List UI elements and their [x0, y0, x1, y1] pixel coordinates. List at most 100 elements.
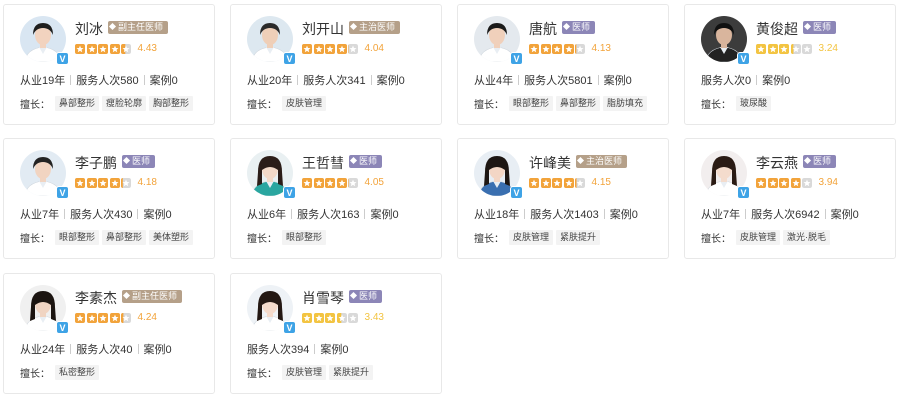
doctor-avatar[interactable]: V	[701, 150, 750, 199]
rating: 3.94	[756, 177, 838, 188]
skill-tag[interactable]: 胸部整形	[149, 96, 194, 111]
doctor-avatar[interactable]: V	[247, 285, 296, 334]
doctor-card[interactable]: V 刘开山 主治医师 4.04 从业20年 服务人次341 案例0 擅长： 皮肤管理	[230, 4, 442, 125]
doctor-skills: 擅长： 皮肤管理 激光·脱毛	[701, 230, 831, 245]
doctor-card[interactable]: V 李云燕 医师 3.94 从业7年 服务人次6942 案例0 擅长： 皮肤管理 激光·…	[684, 138, 896, 259]
rating: 4.05	[302, 177, 384, 188]
rating-score: 4.43	[137, 43, 157, 54]
stat-item: 从业24年	[20, 344, 66, 356]
doctor-skills: 擅长： 眼部整形 鼻部整形 脂肪填充	[474, 96, 648, 111]
rating-star-icon	[802, 43, 812, 54]
doctor-title-badge: 主治医师	[576, 155, 628, 168]
stat-item: 从业19年	[20, 75, 66, 87]
doctor-avatar[interactable]: V	[474, 150, 523, 199]
doctor-stats: 服务人次394 案例0	[247, 341, 348, 357]
skills-label: 擅长：	[247, 234, 277, 245]
rating-star-icon	[563, 43, 574, 54]
verified-icon: V	[283, 186, 296, 199]
rating-star-icon	[575, 177, 585, 188]
doctor-name[interactable]: 刘开山	[302, 19, 344, 39]
rating-star-icon	[767, 43, 778, 54]
rating-score: 3.94	[818, 177, 838, 188]
skill-tag[interactable]: 玻尿酸	[736, 96, 772, 111]
rating-star-icon	[552, 43, 562, 54]
skill-tag[interactable]: 皮肤管理	[282, 365, 327, 380]
stat-item: 案例0	[609, 209, 638, 221]
doctor-avatar[interactable]: V	[247, 150, 296, 199]
skills-label: 擅长：	[20, 100, 50, 111]
stat-divider	[70, 75, 72, 85]
doctor-card[interactable]: V 黄俊超 医师 3.24 服务人次0 案例0 擅长： 玻尿酸	[684, 4, 896, 125]
doctor-name[interactable]: 黄俊超	[756, 19, 798, 39]
stat-item: 服务人次580	[76, 75, 139, 87]
rating: 3.43	[302, 312, 384, 323]
rating-star-icon	[756, 43, 766, 54]
skill-tag[interactable]: 皮肤管理	[736, 230, 781, 245]
stat-item: 服务人次40	[76, 344, 133, 356]
doctor-card[interactable]: V 肖雪琴 医师 3.43 服务人次394 案例0 擅长： 皮肤管理 紧肤提升	[230, 273, 442, 394]
doctor-card[interactable]: V 王哲彗 医师 4.05 从业6年 服务人次163 案例0 擅长： 眼部整形	[230, 138, 442, 259]
verified-icon: V	[56, 321, 69, 334]
stat-divider	[824, 209, 826, 219]
skill-tag[interactable]: 紧肤提升	[329, 365, 374, 380]
skill-tag[interactable]: 鼻部整形	[556, 96, 601, 111]
doctor-avatar[interactable]: V	[20, 285, 69, 334]
doctor-card[interactable]: V 唐航 医师 4.13 从业4年 服务人次5801 案例0 擅长： 眼部整形 鼻部整形…	[457, 4, 669, 125]
skill-tag[interactable]: 皮肤管理	[282, 96, 327, 111]
skill-tag[interactable]: 美体塑形	[149, 230, 194, 245]
doctor-name[interactable]: 唐航	[529, 19, 557, 39]
doctor-name[interactable]: 肖雪琴	[302, 288, 344, 308]
doctor-stats: 从业7年 服务人次430 案例0	[20, 206, 172, 222]
skill-tag[interactable]: 鼻部整形	[55, 96, 100, 111]
doctor-avatar[interactable]: V	[474, 16, 523, 65]
doctor-avatar[interactable]: V	[20, 150, 69, 199]
skill-tag[interactable]: 眼部整形	[509, 96, 554, 111]
skill-tag[interactable]: 眼部整形	[282, 230, 327, 245]
doctor-name[interactable]: 李云燕	[756, 153, 798, 173]
rating-star-icon	[302, 177, 312, 188]
skill-tag[interactable]: 瘦脸轮廓	[102, 96, 147, 111]
doctor-stats: 从业24年 服务人次40 案例0	[20, 341, 172, 357]
stat-item: 案例0	[762, 75, 791, 87]
skill-tag[interactable]: 鼻部整形	[102, 230, 147, 245]
stat-item: 服务人次394	[247, 344, 310, 356]
doctor-name[interactable]: 李子鹏	[75, 153, 117, 173]
doctor-avatar[interactable]: V	[247, 16, 296, 65]
skill-tag[interactable]: 眼部整形	[55, 230, 100, 245]
doctor-name[interactable]: 许峰美	[529, 153, 571, 173]
rating-star-icon	[313, 312, 324, 323]
stat-divider	[370, 75, 372, 85]
skill-tag[interactable]: 私密整形	[55, 365, 100, 380]
stat-divider	[291, 209, 293, 219]
doctor-name[interactable]: 李素杰	[75, 288, 117, 308]
doctor-card[interactable]: V 刘冰 副主任医师 4.43 从业19年 服务人次580 案例0 擅长： 鼻部整形瘦…	[3, 4, 215, 125]
doctor-title-badge: 副主任医师	[122, 290, 183, 303]
stat-divider	[143, 75, 145, 85]
stat-divider	[297, 75, 299, 85]
rating-star-icon	[348, 43, 358, 54]
skill-tag[interactable]: 脂肪填充	[603, 96, 648, 111]
doctor-name[interactable]: 刘冰	[75, 19, 103, 39]
verified-icon: V	[510, 52, 523, 65]
rating-star-icon	[109, 43, 120, 54]
doctor-avatar[interactable]: V	[20, 16, 69, 65]
doctor-title-badge: 医师	[122, 155, 156, 168]
skill-tag[interactable]: 皮肤管理	[509, 230, 554, 245]
stat-divider	[137, 344, 139, 354]
rating-star-icon	[563, 177, 574, 188]
rating-star-icon	[348, 177, 358, 188]
rating-star-icon	[540, 177, 551, 188]
skill-tag[interactable]: 激光·脱毛	[783, 230, 831, 245]
skill-tag[interactable]: 紧肤提升	[556, 230, 601, 245]
rating: 4.18	[75, 177, 157, 188]
doctor-stats: 从业7年 服务人次6942 案例0	[701, 206, 859, 222]
doctor-name[interactable]: 王哲彗	[302, 153, 344, 173]
stat-item: 案例0	[143, 344, 172, 356]
doctor-card[interactable]: V 李子鹏 医师 4.18 从业7年 服务人次430 案例0 擅长： 眼部整形 鼻部整形…	[3, 138, 215, 259]
rating-score: 4.05	[364, 177, 384, 188]
stat-item: 案例0	[149, 75, 178, 87]
stat-item: 从业20年	[247, 75, 293, 87]
doctor-card[interactable]: V 李素杰 副主任医师 4.24 从业24年 服务人次40 案例0 擅长： 私密整形	[3, 273, 215, 394]
doctor-avatar[interactable]: V	[701, 16, 750, 65]
doctor-card[interactable]: V 许峰美 主治医师 4.15 从业18年 服务人次1403 案例0 擅长： 皮肤管理…	[457, 138, 669, 259]
